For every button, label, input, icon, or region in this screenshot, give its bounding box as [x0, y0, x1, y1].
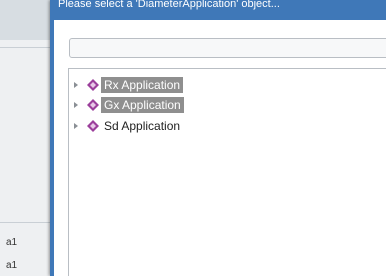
tree-item-label: Sd Application: [104, 119, 181, 133]
background-text: a1: [6, 260, 18, 271]
diamond-node-icon: [87, 99, 99, 111]
select-object-dialog: Please select a 'DiameterApplication' ob…: [50, 0, 386, 276]
tree-item-gx-application[interactable]: Gx Application: [69, 95, 369, 115]
diamond-node-icon: [87, 120, 99, 132]
filter-input[interactable]: [69, 38, 386, 58]
expand-arrow-icon[interactable]: [74, 123, 78, 129]
object-tree[interactable]: Rx Application Gx Application Sd Applica…: [68, 68, 386, 276]
expand-arrow-icon[interactable]: [74, 102, 78, 108]
dialog-body: Rx Application Gx Application Sd Applica…: [54, 20, 386, 276]
tree-item-rx-application[interactable]: Rx Application: [69, 75, 369, 95]
tree-item-sd-application[interactable]: Sd Application: [69, 116, 369, 136]
dialog-title: Please select a 'DiameterApplication' ob…: [58, 0, 280, 10]
expand-arrow-icon[interactable]: [74, 82, 78, 88]
diamond-node-icon: [87, 79, 99, 91]
tree-item-label: Gx Application: [101, 97, 184, 113]
tree-item-label: Rx Application: [101, 77, 184, 93]
background-text: a1: [6, 237, 18, 248]
